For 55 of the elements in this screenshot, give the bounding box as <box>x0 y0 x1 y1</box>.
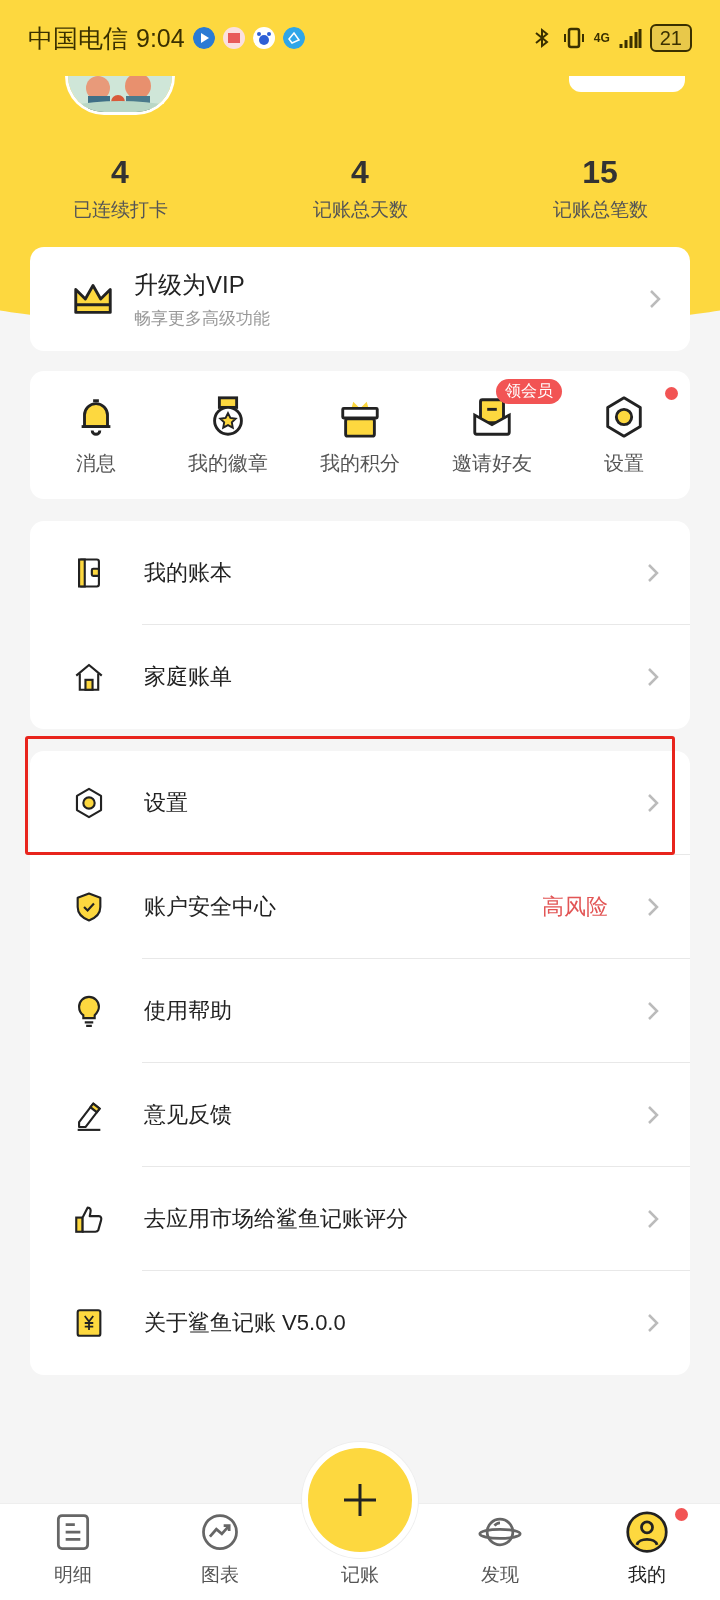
signal-icon <box>617 26 642 50</box>
clock-time: 9:04 <box>136 23 185 53</box>
plus-icon <box>342 1482 378 1518</box>
menu-label: 我的账本 <box>144 559 233 587</box>
chevron-icon <box>648 288 662 310</box>
stat-value: 15 <box>582 154 618 191</box>
person-icon <box>624 1510 669 1554</box>
nav-tab[interactable]: 图表 <box>146 1504 293 1600</box>
stat-label: 已连续打卡 <box>72 198 168 222</box>
shortcut-item[interactable]: 我的积分 <box>294 371 426 499</box>
chevron-icon <box>646 666 660 688</box>
menu-label: 设置 <box>144 789 189 817</box>
globe-icon <box>282 27 305 49</box>
menu-row[interactable]: 设置 <box>30 751 690 855</box>
menu-label: 家庭账单 <box>144 663 233 691</box>
stat-label: 记账总天数 <box>312 198 408 222</box>
nav-tab[interactable]: 我的 <box>573 1504 720 1600</box>
menu-row[interactable]: 使用帮助 <box>30 959 690 1063</box>
vip-title: 升级为VIP <box>134 269 246 300</box>
menu-row[interactable]: 去应用市场给鲨鱼记账评分 <box>30 1167 690 1271</box>
risk-status: 高风险 <box>542 893 608 921</box>
stat-value: 4 <box>111 154 129 191</box>
battery-level: 21 <box>649 24 692 52</box>
play-icon <box>192 27 215 49</box>
menu-label: 去应用市场给鲨鱼记账评分 <box>144 1205 409 1233</box>
network-type: 4G <box>593 31 610 45</box>
chevron-icon <box>646 896 660 918</box>
menu-row[interactable]: 意见反馈 <box>30 1063 690 1167</box>
menu-label: 账户安全中心 <box>144 893 277 921</box>
chevron-icon <box>646 1104 660 1126</box>
nav-tab[interactable]: 记账 <box>341 1562 379 1588</box>
carrier-name: 中国电信 <box>28 22 128 54</box>
menu-row[interactable]: 关于鲨鱼记账 V5.0.0 <box>30 1271 690 1375</box>
chevron-icon <box>646 1208 660 1230</box>
chevron-icon <box>646 1312 660 1334</box>
chevron-icon <box>646 562 660 584</box>
shortcut-item[interactable]: 我的徽章 <box>162 371 294 499</box>
menu-row[interactable]: 账户安全中心 高风险 <box>30 855 690 959</box>
menu-row[interactable]: 家庭账单 <box>30 625 690 729</box>
menu-row[interactable]: 我的账本 <box>30 521 690 625</box>
nav-tab[interactable]: 明细 <box>0 1504 147 1600</box>
menu-label: 使用帮助 <box>144 997 233 1025</box>
chevron-icon <box>646 1000 660 1022</box>
header-button[interactable] <box>569 76 685 92</box>
menu-label: 关于鲨鱼记账 V5.0.0 <box>144 1309 347 1337</box>
stat-label: 记账总笔数 <box>552 198 648 222</box>
nav-tab[interactable]: 发现 <box>427 1504 574 1600</box>
promo-badge: 领会员 <box>496 379 562 404</box>
vip-subtitle: 畅享更多高级功能 <box>134 307 271 330</box>
stat-value: 4 <box>351 154 369 191</box>
menu-label: 意见反馈 <box>144 1101 233 1129</box>
shortcut-item[interactable]: 消息 <box>30 371 162 499</box>
vibrate-icon <box>561 26 586 50</box>
vip-card[interactable]: 升级为VIP 畅享更多高级功能 <box>30 247 690 351</box>
chevron-icon <box>646 792 660 814</box>
